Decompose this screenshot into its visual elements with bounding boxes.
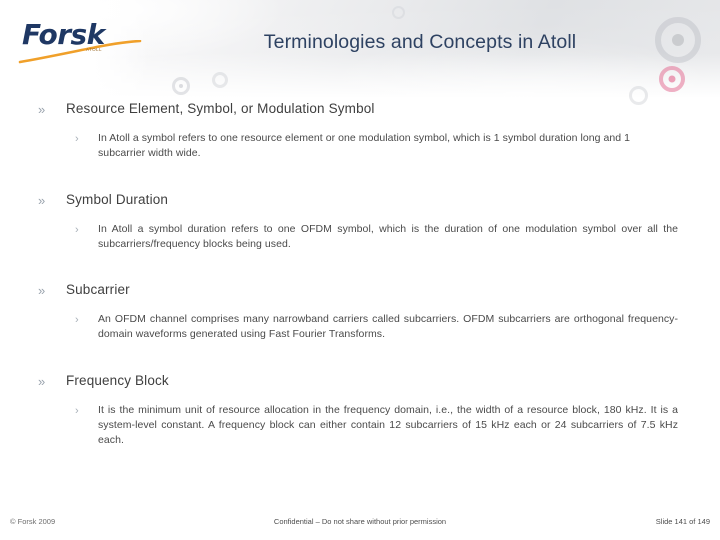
section-heading-row: » Subcarrier [0,281,720,303]
content-section-symbol-duration: » Symbol Duration › In Atoll a symbol du… [0,191,720,253]
section-heading-row: » Symbol Duration [0,191,720,213]
slide-title: Terminologies and Concepts in Atoll [263,31,577,53]
level1-bullet-icon: » [38,283,46,299]
section-heading: Resource Element, Symbol, or Modulation … [66,101,375,116]
section-heading: Subcarrier [66,282,130,298]
forsk-logo-swoosh-icon [18,40,142,64]
forsk-logo[interactable]: Forsk ATOLL [18,20,142,66]
section-body: An OFDM channel comprises many narrowban… [98,313,678,341]
slide-footer: © Forsk 2009 Confidential – Do not share… [0,510,720,540]
section-body: It is the minimum unit of resource alloc… [98,403,678,447]
content-section-resource-element: » Resource Element, Symbol, or Modulatio… [0,100,720,162]
footer-confidentiality-notice: Confidential – Do not share without prio… [273,517,447,526]
section-heading: Symbol Duration [66,191,169,207]
section-heading: Frequency Block [66,372,169,388]
section-body: In Atoll a symbol duration refers to one… [98,222,678,250]
level1-bullet-icon: » [38,102,46,117]
level1-bullet-icon: » [38,192,46,208]
section-body-row: › An OFDM channel comprises many narrowb… [0,312,720,343]
section-body: In Atoll a symbol refers to one resource… [98,132,631,160]
forsk-logo-subtext: ATOLL [86,47,102,52]
slide-content: » Resource Element, Symbol, or Modulatio… [0,100,720,449]
section-heading-row: » Frequency Block [0,372,720,394]
section-body-row: › In Atoll a symbol refers to one resour… [0,131,720,162]
section-body-row: › It is the minimum unit of resource all… [0,403,720,449]
level1-bullet-icon: » [38,373,46,389]
level2-bullet-icon: › [75,314,79,327]
content-section-frequency-block: » Frequency Block › It is the minimum un… [0,372,720,449]
content-section-subcarrier: » Subcarrier › An OFDM channel comprises… [0,281,720,343]
level2-bullet-icon: › [75,223,79,236]
section-body-row: › In Atoll a symbol duration refers to o… [0,222,720,253]
level2-bullet-icon: › [75,404,79,417]
level2-bullet-icon: › [75,133,79,145]
presentation-slide: Forsk ATOLL Terminologies and Concepts i… [0,0,720,540]
section-heading-row: » Resource Element, Symbol, or Modulatio… [0,100,720,122]
footer-slide-number: Slide 141 of 149 [655,517,710,526]
